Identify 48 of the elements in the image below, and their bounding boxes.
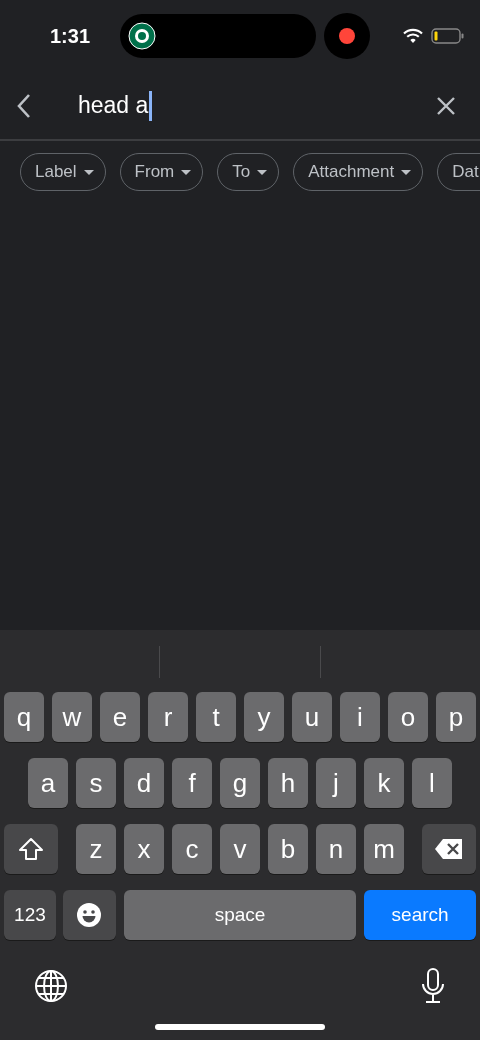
globe-icon[interactable] (34, 969, 68, 1003)
letter-key[interactable]: z (76, 824, 116, 874)
letter-key[interactable]: w (52, 692, 92, 742)
delete-key[interactable] (422, 824, 476, 874)
search-key[interactable]: search (364, 890, 476, 940)
letter-key[interactable]: l (412, 758, 452, 808)
shift-key[interactable] (4, 824, 58, 874)
letter-key[interactable]: s (76, 758, 116, 808)
letter-key[interactable]: c (172, 824, 212, 874)
letter-key[interactable]: q (4, 692, 44, 742)
dropdown-caret-icon (401, 169, 412, 175)
numbers-key[interactable]: 123 (4, 890, 56, 940)
app-logo-icon (128, 22, 156, 50)
letter-key[interactable]: r (148, 692, 188, 742)
dropdown-caret-icon (181, 169, 192, 175)
letter-key[interactable]: n (316, 824, 356, 874)
letter-key[interactable]: o (388, 692, 428, 742)
letter-key[interactable]: h (268, 758, 308, 808)
letter-key[interactable]: m (364, 824, 404, 874)
letter-key[interactable]: k (364, 758, 404, 808)
letter-key[interactable]: b (268, 824, 308, 874)
microphone-icon[interactable] (420, 968, 446, 1004)
letter-key[interactable]: g (220, 758, 260, 808)
letter-key[interactable]: p (436, 692, 476, 742)
letter-key[interactable]: f (172, 758, 212, 808)
search-field[interactable]: head a (78, 88, 153, 123)
backspace-icon (434, 838, 464, 860)
dropdown-caret-icon (257, 169, 268, 175)
dropdown-caret-icon (83, 169, 94, 175)
letter-key[interactable]: v (220, 824, 260, 874)
letter-key[interactable]: a (28, 758, 68, 808)
emoji-icon (76, 902, 103, 928)
space-key[interactable]: space (123, 890, 357, 940)
letter-key[interactable]: x (124, 824, 164, 874)
letter-key[interactable]: i (340, 692, 380, 742)
wifi-icon (403, 28, 423, 44)
letter-key[interactable]: d (124, 758, 164, 808)
back-icon[interactable] (16, 92, 32, 119)
letter-key[interactable]: y (244, 692, 284, 742)
shift-icon (18, 837, 44, 861)
letter-key[interactable]: t (196, 692, 236, 742)
status-time: 1:31 (50, 24, 92, 49)
letter-key[interactable]: e (100, 692, 140, 742)
close-icon[interactable] (436, 95, 456, 116)
letter-key[interactable]: j (316, 758, 356, 808)
battery-icon (431, 28, 464, 44)
letter-key[interactable]: u (292, 692, 332, 742)
emoji-key[interactable] (62, 890, 116, 940)
